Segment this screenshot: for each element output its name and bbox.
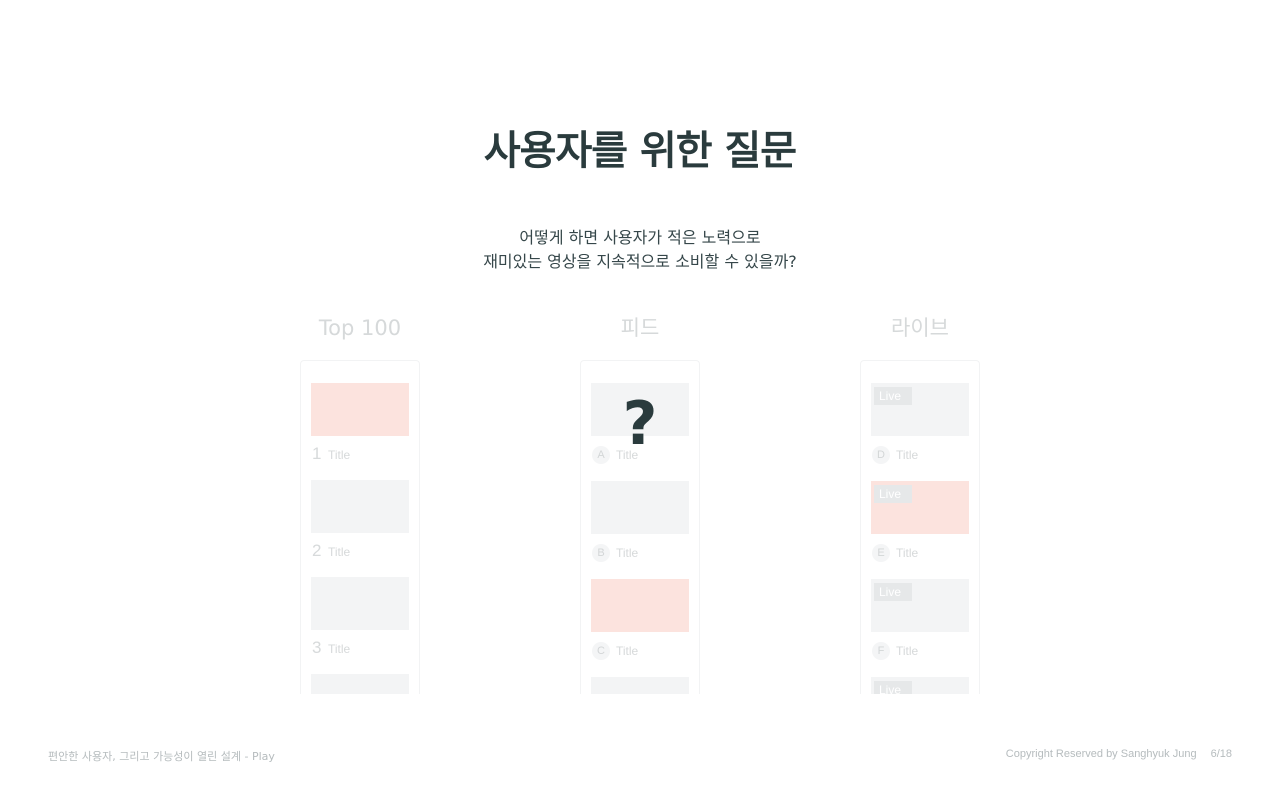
subtitle-line-1: 어떻게 하면 사용자가 적은 노력으로	[519, 228, 761, 247]
subtitle-line-2: 재미있는 영상을 지속적으로 소비할 수 있을까?	[483, 252, 797, 271]
list-item: Live D Title	[871, 383, 969, 472]
list-item-partial	[591, 677, 689, 694]
subtitle: 어떻게 하면 사용자가 적은 노력으로 재미있는 영상을 지속적으로 소비할 수…	[0, 226, 1280, 274]
thumbnail	[591, 481, 689, 534]
thumbnail: Live	[871, 579, 969, 632]
page-title: 사용자를 위한 질문	[483, 128, 797, 174]
list-item: Live E Title	[871, 481, 969, 570]
column-live: 라이브 Live D Title Live E Title Live F Tit…	[810, 312, 1030, 694]
column-top100: Top 100 1 Title 2 Title 3 Title	[250, 312, 470, 694]
item-title: Title	[616, 644, 639, 658]
thumbnail	[591, 677, 689, 694]
list-item: C Title	[591, 579, 689, 668]
thumbnail	[311, 480, 409, 533]
list-item: 2 Title	[311, 480, 409, 569]
phone-mockup: 1 Title 2 Title 3 Title	[300, 360, 420, 694]
live-badge: Live	[874, 681, 912, 694]
column-heading: 라이브	[891, 316, 949, 340]
thumbnail: Live	[871, 677, 969, 694]
footer-copyright: Copyright Reserved by Sanghyuk Jung	[1005, 748, 1197, 760]
column-heading: Top 100	[318, 316, 402, 340]
list-item: B Title	[591, 481, 689, 570]
item-title: Title	[328, 642, 351, 656]
rank-number: 2	[312, 541, 322, 560]
item-title: Title	[896, 546, 919, 560]
thumbnail: Live	[871, 481, 969, 534]
question-mark: ?	[622, 389, 658, 459]
item-title: Title	[328, 545, 351, 559]
item-title: Title	[896, 644, 919, 658]
item-title: Title	[616, 546, 639, 560]
footer-right: Copyright Reserved by Sanghyuk Jung 6/18	[992, 748, 1232, 760]
channel-badge: B	[592, 544, 610, 562]
list-item-partial: Live	[871, 677, 969, 694]
channel-badge: D	[872, 446, 890, 464]
channel-badge: E	[872, 544, 890, 562]
channel-badge: F	[872, 642, 890, 660]
live-badge: Live	[874, 387, 912, 405]
list-item: 1 Title	[311, 383, 409, 472]
footer-presentation-title: 편안한 사용자, 그리고 가능성이 열린 설계 - Play	[48, 750, 275, 763]
page-number: 6/18	[1210, 748, 1232, 760]
rank-number: 3	[312, 638, 322, 657]
thumbnail	[311, 383, 409, 436]
list-item-partial	[311, 674, 409, 694]
live-badge: Live	[874, 583, 912, 601]
channel-badge: C	[592, 642, 610, 660]
thumbnail	[311, 674, 409, 694]
phone-mockup: Live D Title Live E Title Live F Title L…	[860, 360, 980, 694]
item-title: Title	[896, 448, 919, 462]
item-title: Title	[328, 448, 351, 462]
list-item: 3 Title	[311, 577, 409, 666]
rank-number: 1	[312, 444, 322, 463]
thumbnail	[591, 579, 689, 632]
column-heading: 피드	[620, 316, 660, 340]
column-feed: 피드 A Title B Title C Title ?	[530, 312, 750, 694]
list-item: Live F Title	[871, 579, 969, 668]
thumbnail	[311, 577, 409, 630]
live-badge: Live	[874, 485, 912, 503]
phone-mockup: A Title B Title C Title ?	[580, 360, 700, 694]
thumbnail: Live	[871, 383, 969, 436]
